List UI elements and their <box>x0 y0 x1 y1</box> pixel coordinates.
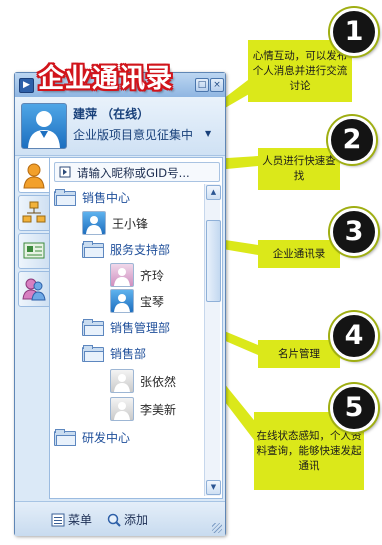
tree-person-4[interactable]: 张依然 <box>110 368 176 394</box>
contact-tree[interactable]: 销售中心 王小锋 服务支持部 齐玲 宝琴 销售管理部 销售部 张依然 李美新 研… <box>50 184 202 496</box>
tree-item-label: 销售管理部 <box>110 320 171 335</box>
scrollbar-thumb[interactable] <box>206 220 221 302</box>
tree-folder-support[interactable]: 服务支持部 <box>82 236 170 262</box>
user-avatar-icon <box>28 111 60 148</box>
contact-avatar-icon <box>110 289 134 313</box>
tab-groups[interactable] <box>18 271 50 307</box>
address-book-window: ▶ □ × 建萍 （在线） 企业版项目意见征集中 ▼ 请输入昵称或GID号...… <box>14 72 226 536</box>
scroll-down-icon[interactable]: ▼ <box>206 480 221 495</box>
callout-4-text: 名片管理 <box>278 347 320 360</box>
callout-4-box: 名片管理 <box>258 340 340 368</box>
close-button[interactable]: × <box>210 78 224 92</box>
search-field-icon <box>59 166 71 178</box>
app-icon: ▶ <box>19 78 34 93</box>
contact-avatar-icon <box>82 211 106 235</box>
tree-item-label: 王小锋 <box>112 216 149 231</box>
callout-4-number: 4 <box>330 312 378 360</box>
callout-3-text: 企业通讯录 <box>272 247 326 260</box>
resize-grip[interactable] <box>212 523 222 533</box>
contact-avatar-offline-icon <box>110 397 134 421</box>
search-input[interactable]: 请输入昵称或GID号... <box>54 162 220 182</box>
scroll-up-icon[interactable]: ▲ <box>206 185 221 200</box>
menu-button[interactable]: 菜单 <box>51 511 92 528</box>
callout-2-box: 人员进行快速查找 <box>258 148 340 190</box>
chevron-down-icon[interactable]: ▼ <box>205 129 211 138</box>
tree-folder-sales-mgmt[interactable]: 销售管理部 <box>82 314 170 340</box>
tree-person-2[interactable]: 齐玲 <box>110 262 164 288</box>
menu-icon <box>51 513 65 526</box>
tree-folder-sales-center[interactable]: 销售中心 <box>54 184 130 210</box>
tree-person-1[interactable]: 王小锋 <box>82 210 148 236</box>
tree-person-5[interactable]: 李美新 <box>110 396 176 422</box>
tree-item-label: 齐玲 <box>140 268 165 283</box>
callout-2-number: 2 <box>328 116 376 164</box>
org-chart-icon <box>22 201 46 223</box>
contact-avatar-icon <box>110 263 134 287</box>
callout-2-text: 人员进行快速查找 <box>262 155 336 182</box>
bottom-toolbar: 菜单 添加 <box>15 501 225 536</box>
folder-icon <box>82 345 104 362</box>
maximize-button[interactable]: □ <box>195 78 209 92</box>
tree-folder-rd-center[interactable]: 研发中心 <box>54 424 130 450</box>
tree-folder-sales-dept[interactable]: 销售部 <box>82 340 146 366</box>
folder-icon <box>54 429 76 446</box>
add-button[interactable]: 添加 <box>107 511 148 528</box>
callout-1-text: 心情互动，可以发布个人消息并进行交流讨论 <box>252 49 348 92</box>
tree-person-3[interactable]: 宝琴 <box>110 288 164 314</box>
tree-item-label: 服务支持部 <box>110 242 171 257</box>
callout-1-number: 1 <box>330 8 378 56</box>
folder-icon <box>82 241 104 258</box>
scrollbar[interactable]: ▲ ▼ <box>204 184 221 496</box>
user-avatar[interactable] <box>21 103 67 149</box>
callout-5-text: 在线状态感知，个人资料查询，能够快速发起通讯 <box>256 429 362 472</box>
add-label: 添加 <box>124 513 149 527</box>
tree-item-label: 张依然 <box>140 374 177 389</box>
folder-icon <box>82 319 104 336</box>
add-search-icon <box>107 513 121 527</box>
user-name: 建萍 （在线） <box>73 107 150 121</box>
tree-item-label: 李美新 <box>140 402 177 417</box>
user-status-message[interactable]: 企业版项目意见征集中 <box>73 126 193 143</box>
business-card-icon <box>23 242 45 259</box>
window-title: 企业通讯录 <box>38 64 174 94</box>
callout-3-number: 3 <box>330 208 378 256</box>
tree-item-label: 销售中心 <box>82 190 131 205</box>
search-placeholder: 请输入昵称或GID号... <box>77 166 190 180</box>
contacts-icon <box>23 163 45 189</box>
user-profile-panel: 建萍 （在线） 企业版项目意见征集中 ▼ <box>15 97 225 156</box>
tree-item-label: 宝琴 <box>140 294 165 309</box>
tree-item-label: 研发中心 <box>82 430 131 445</box>
callout-3-box: 企业通讯录 <box>258 240 340 268</box>
tree-item-label: 销售部 <box>110 346 147 361</box>
tab-contacts[interactable] <box>18 157 50 193</box>
tab-org-chart[interactable] <box>18 195 50 231</box>
group-icon <box>22 278 46 301</box>
tab-business-cards[interactable] <box>18 233 50 269</box>
contact-list-panel: 请输入昵称或GID号... 销售中心 王小锋 服务支持部 齐玲 宝琴 销售管理部… <box>49 157 223 499</box>
contact-avatar-offline-icon <box>110 369 134 393</box>
menu-label: 菜单 <box>68 513 93 527</box>
callout-5-number: 5 <box>330 384 378 432</box>
folder-icon <box>54 189 76 206</box>
